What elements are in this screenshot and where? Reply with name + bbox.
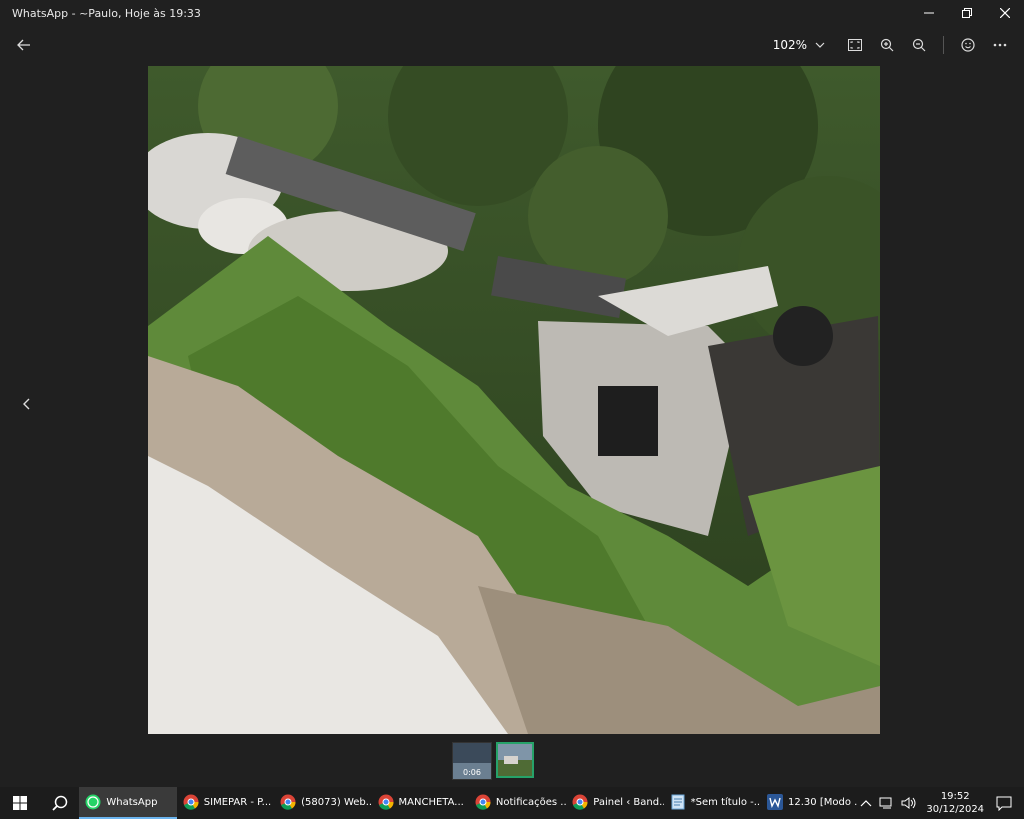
minimize-icon xyxy=(924,12,934,14)
emoji-button[interactable] xyxy=(952,29,984,61)
clock-time: 19:52 xyxy=(940,791,970,802)
notification-icon[interactable] xyxy=(992,795,1016,811)
zoom-in-icon xyxy=(880,38,894,52)
taskbar-item-label: *Sem título -... xyxy=(690,796,762,808)
back-arrow-icon xyxy=(17,39,30,51)
video-duration: 0:06 xyxy=(463,768,481,777)
search-button[interactable] xyxy=(40,787,80,819)
chrome-icon xyxy=(378,794,394,810)
taskbar-item-word[interactable]: 12.30 [Modo ... xyxy=(761,787,858,819)
photo-image xyxy=(148,66,880,734)
restore-button[interactable] xyxy=(948,0,986,26)
taskbar-item-notepad[interactable]: *Sem título -... xyxy=(664,787,761,819)
network-icon[interactable] xyxy=(878,796,896,810)
chrome-icon xyxy=(572,794,588,810)
taskbar-item-chrome[interactable]: Notificações ... xyxy=(469,787,566,819)
fullscreen-button[interactable] xyxy=(839,29,871,61)
taskbar-item-label: Notificações ... xyxy=(495,796,567,808)
zoom-level: 102% xyxy=(772,38,807,52)
minimize-button[interactable] xyxy=(910,0,948,26)
taskbar-item-chrome[interactable]: MANCHETA... xyxy=(372,787,469,819)
viewer-toolbar: 102% xyxy=(0,26,1024,64)
close-button[interactable] xyxy=(986,0,1024,26)
chrome-icon xyxy=(183,794,199,810)
zoom-out-button[interactable] xyxy=(903,29,935,61)
taskbar-item-chrome[interactable]: Painel ‹ Band... xyxy=(566,787,664,819)
emoji-icon xyxy=(961,38,975,52)
fullscreen-icon xyxy=(848,39,862,51)
taskbar: WhatsApp SIMEPAR - P... (58073) Web... M… xyxy=(0,787,1024,819)
windows-logo-icon xyxy=(12,796,27,810)
restore-icon xyxy=(962,8,972,18)
taskbar-item-label: (58073) Web... xyxy=(301,796,372,808)
video-thumbnail[interactable]: 0:06 xyxy=(452,742,492,780)
toolbar-divider xyxy=(943,36,944,54)
taskbar-item-whatsapp[interactable]: WhatsApp xyxy=(79,787,177,819)
previous-media-button[interactable] xyxy=(12,392,40,416)
zoom-out-icon xyxy=(912,38,926,52)
chevron-up-icon[interactable] xyxy=(858,798,874,808)
system-clock[interactable]: 19:52 30/12/2024 xyxy=(926,790,984,816)
more-options-icon xyxy=(993,43,1007,47)
start-button[interactable] xyxy=(0,787,40,819)
zoom-in-button[interactable] xyxy=(871,29,903,61)
more-options-button[interactable] xyxy=(984,29,1016,61)
photo-thumbnail-image xyxy=(498,744,532,776)
system-tray: 19:52 30/12/2024 xyxy=(858,790,1024,816)
whatsapp-icon xyxy=(85,794,101,810)
chevron-down-icon xyxy=(815,42,825,48)
taskbar-item-label: Painel ‹ Band... xyxy=(593,796,664,808)
word-icon xyxy=(767,794,784,810)
taskbar-item-chrome[interactable]: SIMEPAR - P... xyxy=(177,787,274,819)
clock-date: 30/12/2024 xyxy=(926,804,985,815)
chrome-icon xyxy=(475,794,491,810)
media-photo xyxy=(148,66,880,734)
notepad-icon xyxy=(671,794,685,810)
taskbar-item-chrome[interactable]: (58073) Web... xyxy=(274,787,372,819)
chrome-icon xyxy=(280,794,296,810)
chevron-left-icon xyxy=(23,398,30,410)
taskbar-item-label: SIMEPAR - P... xyxy=(203,796,272,808)
volume-icon[interactable] xyxy=(900,796,918,810)
zoom-control[interactable]: 102% xyxy=(773,38,825,52)
window-title: WhatsApp - ~Paulo, Hoje às 19:33 xyxy=(12,6,201,20)
search-icon xyxy=(51,795,67,811)
taskbar-item-label: WhatsApp xyxy=(106,796,158,808)
photo-thumbnail-selected[interactable] xyxy=(496,742,534,778)
taskbar-item-label: MANCHETA... xyxy=(398,796,464,808)
media-filmstrip: 0:06 xyxy=(452,742,534,780)
taskbar-item-label: 12.30 [Modo ... xyxy=(788,796,859,808)
back-button[interactable] xyxy=(8,29,40,61)
close-icon xyxy=(1000,8,1010,18)
title-bar: WhatsApp - ~Paulo, Hoje às 19:33 xyxy=(0,0,1024,26)
